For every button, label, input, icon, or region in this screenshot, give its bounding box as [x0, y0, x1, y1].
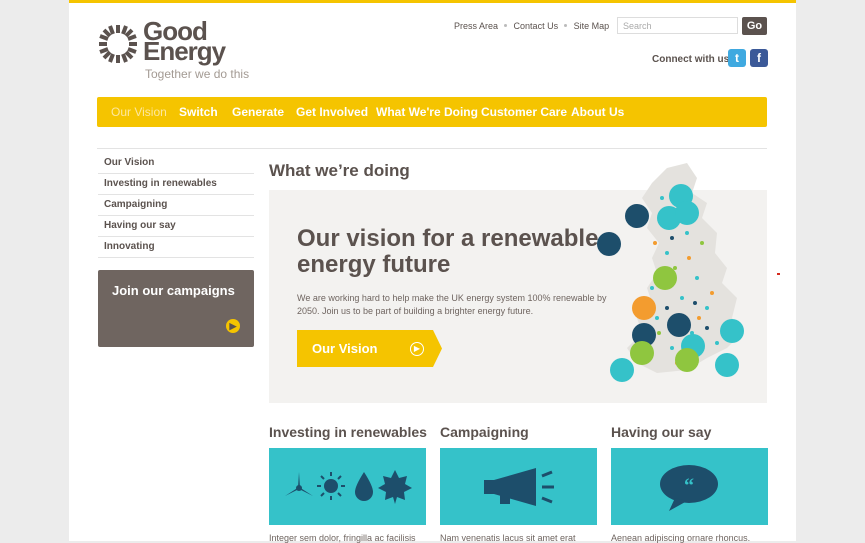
- nav-our-vision[interactable]: Our Vision: [111, 105, 167, 119]
- cta-label: Our Vision: [312, 341, 378, 356]
- nav-get-involved[interactable]: Get Involved: [296, 105, 368, 119]
- sidebar-item-campaigning[interactable]: Campaigning: [98, 195, 254, 216]
- having-our-say-tile[interactable]: “: [611, 448, 768, 525]
- water-drop-icon: [355, 472, 373, 501]
- column-text-having-our-say: Aenean adipiscing ornare rhoncus.: [611, 533, 751, 543]
- tagline: Together we do this: [145, 67, 250, 81]
- campaigning-tile[interactable]: [440, 448, 597, 525]
- site-map-link[interactable]: Site Map: [574, 21, 610, 31]
- contact-us-link[interactable]: Contact Us: [514, 21, 559, 31]
- sun-icon: [317, 472, 345, 500]
- nav-what-were-doing[interactable]: What We're Doing: [376, 105, 478, 119]
- sidebar-item-innovating[interactable]: Innovating: [98, 237, 254, 258]
- connect-label: Connect with us: [652, 54, 730, 65]
- our-vision-button[interactable]: Our Vision ▶: [297, 330, 442, 367]
- logo[interactable]: Good Energy Together we do this: [97, 16, 267, 83]
- nav-about-us[interactable]: About Us: [571, 105, 624, 119]
- divider: [97, 148, 767, 149]
- column-title-having-our-say[interactable]: Having our say: [611, 424, 711, 440]
- twitter-icon[interactable]: t: [728, 49, 746, 67]
- sidebar-item-having-our-say[interactable]: Having our say: [98, 216, 254, 237]
- hero-title: Our vision for a renewable energy future: [297, 225, 599, 278]
- column-title-investing[interactable]: Investing in renewables: [269, 424, 427, 440]
- search-go-button[interactable]: Go: [742, 17, 767, 35]
- logo-sun-icon: [99, 25, 137, 63]
- svg-text:“: “: [684, 475, 694, 497]
- join-campaigns-panel[interactable]: Join our campaigns ▶: [98, 270, 254, 347]
- page-title: What we’re doing: [269, 161, 410, 180]
- facebook-icon[interactable]: f: [750, 49, 768, 67]
- renewables-icons: [285, 470, 412, 504]
- investing-tile[interactable]: [269, 448, 426, 525]
- uk-energy-map-illustration: [597, 163, 744, 382]
- arrow-right-icon: ▶: [410, 342, 424, 356]
- nav-switch[interactable]: Switch: [179, 105, 218, 119]
- logo-wordmark: Good Energy: [143, 16, 226, 66]
- nav-generate[interactable]: Generate: [232, 105, 284, 119]
- search-input[interactable]: Search: [617, 17, 738, 34]
- red-marker: [777, 273, 780, 275]
- hero-text: We are working hard to help make the UK …: [297, 293, 607, 316]
- megaphone-icon: [484, 468, 554, 506]
- press-area-link[interactable]: Press Area: [454, 21, 498, 31]
- wind-turbine-icon: [285, 472, 313, 496]
- sidebar: Our Vision Investing in renewables Campa…: [98, 153, 254, 258]
- column-title-campaigning[interactable]: Campaigning: [440, 424, 529, 440]
- utility-links: Press Area Contact Us Site Map: [454, 21, 613, 31]
- column-text-campaigning: Nam venenatis lacus sit amet erat: [440, 533, 576, 543]
- column-text-investing: Integer sem dolor, fringilla ac facilisi…: [269, 533, 416, 543]
- page-container: Good Energy Together we do this Press Ar…: [69, 0, 796, 543]
- arrow-right-icon[interactable]: ▶: [226, 319, 240, 333]
- join-campaigns-title: Join our campaigns: [112, 283, 235, 298]
- nav-customer-care[interactable]: Customer Care: [481, 105, 567, 119]
- main-nav: Our Vision Switch Generate Get Involved …: [97, 97, 767, 127]
- speech-bubble-icon: “: [660, 465, 718, 511]
- sidebar-item-our-vision[interactable]: Our Vision: [98, 153, 254, 174]
- leaf-icon: [378, 470, 412, 504]
- sidebar-item-investing[interactable]: Investing in renewables: [98, 174, 254, 195]
